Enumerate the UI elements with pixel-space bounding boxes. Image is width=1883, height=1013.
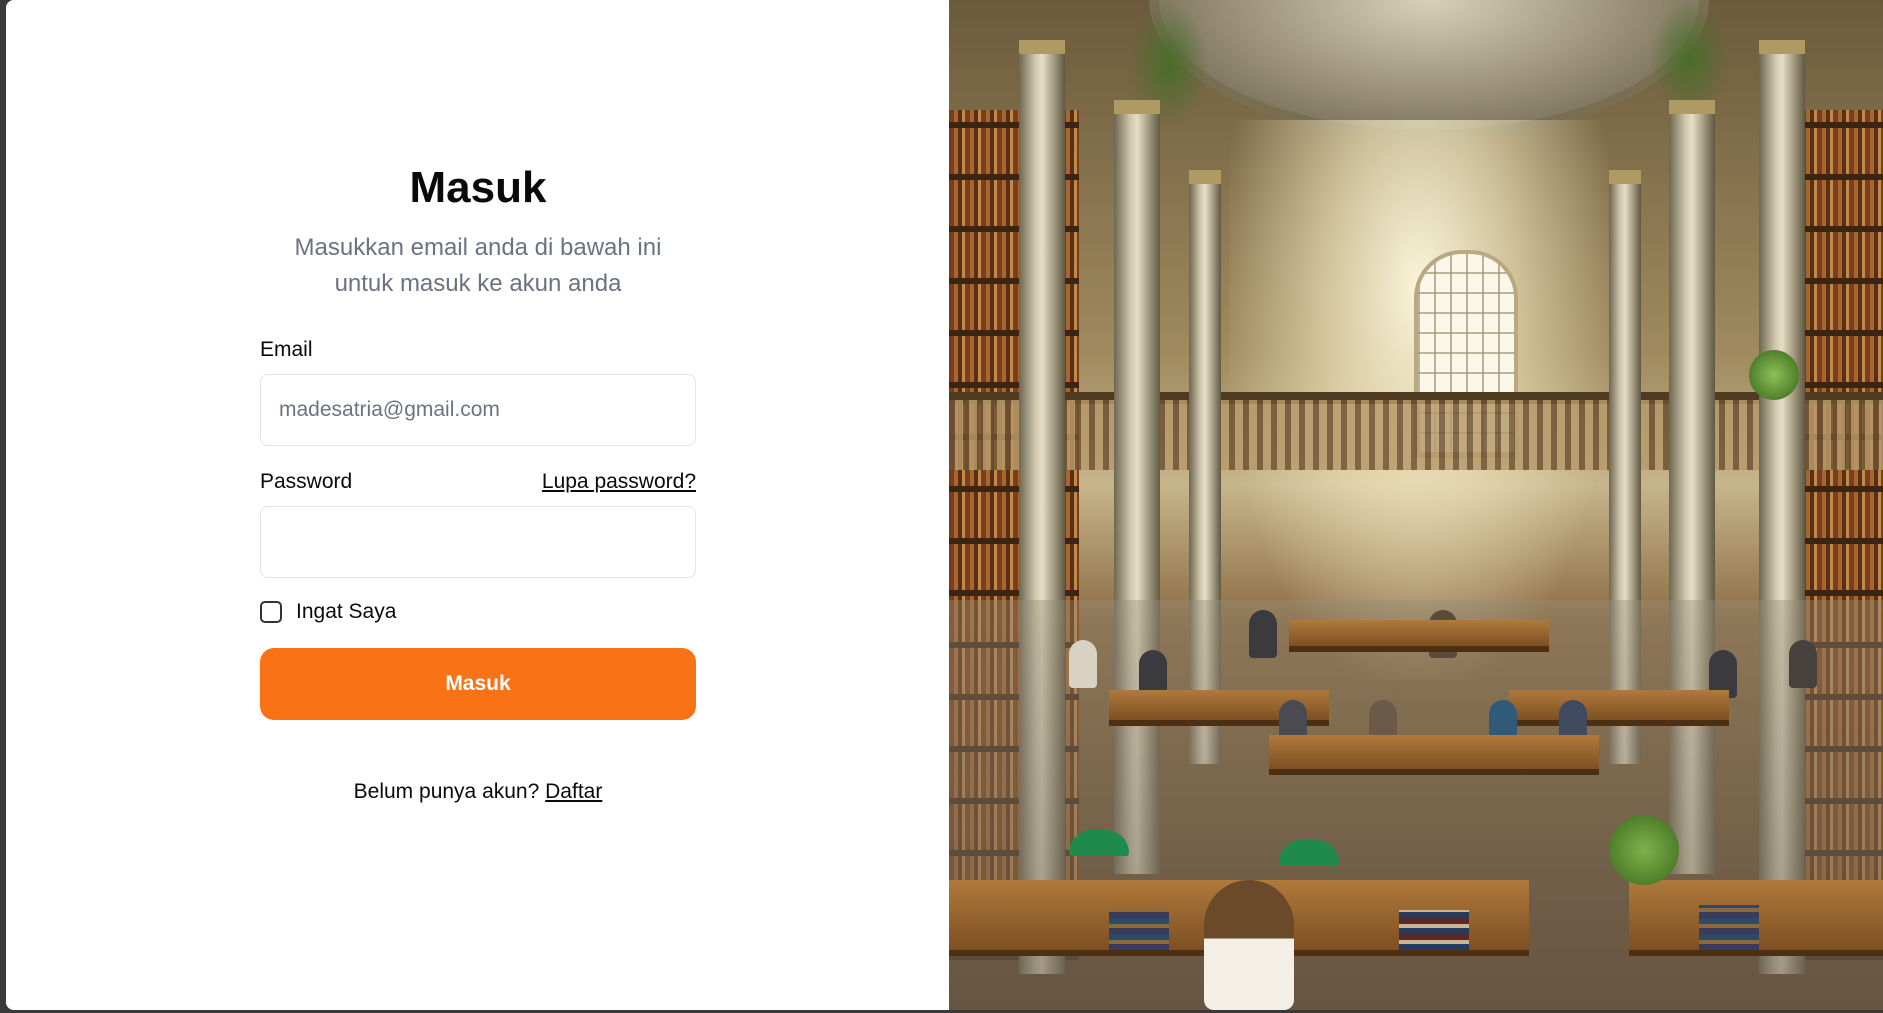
email-label: Email [260,338,313,361]
potted-plant-icon [1609,815,1679,885]
foreground-reader-figure [1204,880,1294,1010]
book-stack-icon [1399,910,1469,950]
app-window: Masuk Masukkan email anda di bawah ini u… [6,0,1883,1010]
green-lamp-icon [1279,840,1339,866]
green-lamp-icon [1069,830,1129,856]
book-stack-icon [1109,910,1169,950]
login-button[interactable]: Masuk [260,648,696,720]
reader-figure [1249,610,1277,658]
hero-image [949,0,1883,1010]
signup-row: Belum punya akun? Daftar [260,780,696,804]
page-subtitle: Masukkan email anda di bawah ini untuk m… [294,234,662,297]
remember-me-label[interactable]: Ingat Saya [296,600,396,624]
signup-link[interactable]: Daftar [545,780,602,803]
potted-plant-icon [1749,350,1799,400]
gallery-balustrade [949,400,1883,470]
remember-me-row: Ingat Saya [260,600,696,624]
remember-me-checkbox[interactable] [260,601,282,623]
login-panel: Masuk Masukkan email anda di bawah ini u… [6,0,948,1010]
reading-table [1509,690,1729,726]
reading-table [1269,735,1599,775]
dome-ceiling [1149,0,1709,140]
book-stack-icon [1699,905,1759,950]
reader-figure [1069,640,1097,688]
page-title: Masuk [409,163,547,212]
password-label-row: Password Lupa password? [260,470,696,494]
email-field[interactable] [260,374,696,446]
reader-figure [1789,640,1817,688]
password-label: Password [260,470,353,493]
signup-prompt: Belum punya akun? [353,780,540,803]
login-form: Masuk Masukkan email anda di bawah ini u… [260,160,696,804]
password-field[interactable] [260,506,696,578]
forgot-password-link[interactable]: Lupa password? [542,470,696,494]
reading-table [1289,620,1549,652]
